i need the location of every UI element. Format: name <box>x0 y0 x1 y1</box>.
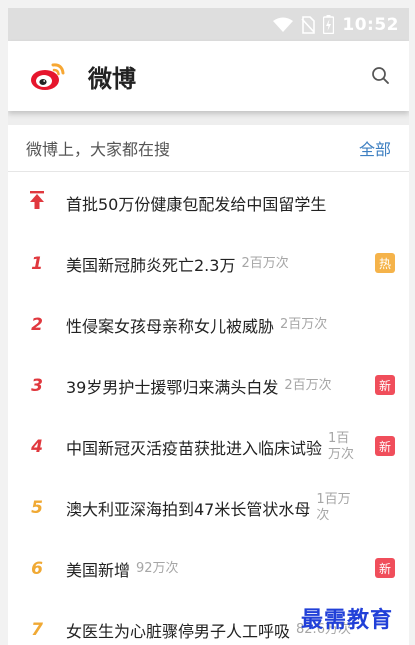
item-title: 首批50万份健康包配发给中国留学生 <box>66 194 327 214</box>
item-title: 澳大利亚深海拍到47米长管状水母 <box>66 499 311 519</box>
item-search-count: 2百万次 <box>280 316 328 332</box>
hot-search-item[interactable]: 3 39岁男护士援鄂归来满头白发 2百万次 新 <box>8 355 409 416</box>
status-time: 10:52 <box>342 14 399 35</box>
wifi-icon <box>273 17 294 33</box>
item-content: 美国新增 92万次 <box>66 557 409 581</box>
app-header: 微博 <box>8 41 409 111</box>
app-frame: 10:52 微博 微博上，大家都在搜 全部 首批50万份健康包配发给中国留学生 1… <box>8 8 409 645</box>
item-title: 中国新冠灭活疫苗获批进入临床试验 <box>66 438 323 458</box>
item-title: 美国新冠肺炎死亡2.3万 <box>66 255 236 275</box>
item-search-count: 2百万次 <box>241 255 289 271</box>
new-badge: 新 <box>375 375 395 395</box>
app-title: 微博 <box>88 64 136 93</box>
hot-search-item[interactable]: 首批50万份健康包配发给中国留学生 <box>8 172 409 233</box>
item-title: 39岁男护士援鄂归来满头白发 <box>66 377 279 397</box>
new-badge: 新 <box>375 436 395 456</box>
hot-search-list: 首批50万份健康包配发给中国留学生 1 美国新冠肺炎死亡2.3万 2百万次 热 2 性侵案女… <box>8 172 409 645</box>
item-title: 性侵案女孩母亲称女儿被威胁 <box>66 316 275 336</box>
rank-number: 3 <box>31 375 43 396</box>
no-sim-icon <box>301 15 316 34</box>
hot-badge: 热 <box>375 253 395 273</box>
hot-search-header: 微博上，大家都在搜 全部 <box>8 125 409 172</box>
item-title: 美国新增 <box>66 560 131 580</box>
item-content: 美国新冠肺炎死亡2.3万 2百万次 <box>66 252 409 276</box>
item-search-count: 1百万次 <box>316 491 351 523</box>
rank-number: 1 <box>31 253 43 274</box>
section-title: 微博上，大家都在搜 <box>26 140 171 159</box>
hot-search-item[interactable]: 4 中国新冠灭活疫苗获批进入临床试验 1百万次新 <box>8 416 409 477</box>
search-icon[interactable] <box>371 66 391 86</box>
item-content: 澳大利亚深海拍到47米长管状水母 1百万次 <box>66 492 409 524</box>
hot-search-item[interactable]: 6 美国新增 92万次 新 <box>8 538 409 599</box>
section-gap <box>8 111 409 125</box>
item-search-count: 92万次 <box>136 560 179 576</box>
rank-number: 5 <box>31 497 43 518</box>
hot-search-item[interactable]: 2 性侵案女孩母亲称女儿被威胁 2百万次 <box>8 294 409 355</box>
rank-number: 6 <box>31 558 43 579</box>
rank-number: 4 <box>31 436 43 457</box>
watermark: 最需教育 <box>301 607 394 633</box>
item-title: 女医生为心脏骤停男子人工呼吸 <box>66 621 291 641</box>
item-content: 首批50万份健康包配发给中国留学生 <box>66 191 409 215</box>
battery-charging-icon <box>323 15 335 34</box>
status-bar: 10:52 <box>8 8 409 41</box>
hot-search-item[interactable]: 1 美国新冠肺炎死亡2.3万 2百万次 热 <box>8 233 409 294</box>
item-search-count: 1百万次 <box>328 430 355 462</box>
item-search-count: 2百万次 <box>284 377 332 393</box>
rank-number: 7 <box>31 619 43 640</box>
new-badge: 新 <box>375 558 395 578</box>
pin-top-icon <box>8 191 66 214</box>
view-all-link[interactable]: 全部 <box>359 136 391 160</box>
hot-search-item[interactable]: 5 澳大利亚深海拍到47米长管状水母 1百万次 <box>8 477 409 538</box>
item-content: 39岁男护士援鄂归来满头白发 2百万次 <box>66 374 409 398</box>
weibo-logo-icon <box>30 60 68 92</box>
item-content: 性侵案女孩母亲称女儿被威胁 2百万次 <box>66 313 409 337</box>
rank-number: 2 <box>31 314 43 335</box>
item-content: 中国新冠灭活疫苗获批进入临床试验 1百万次 <box>66 431 409 463</box>
